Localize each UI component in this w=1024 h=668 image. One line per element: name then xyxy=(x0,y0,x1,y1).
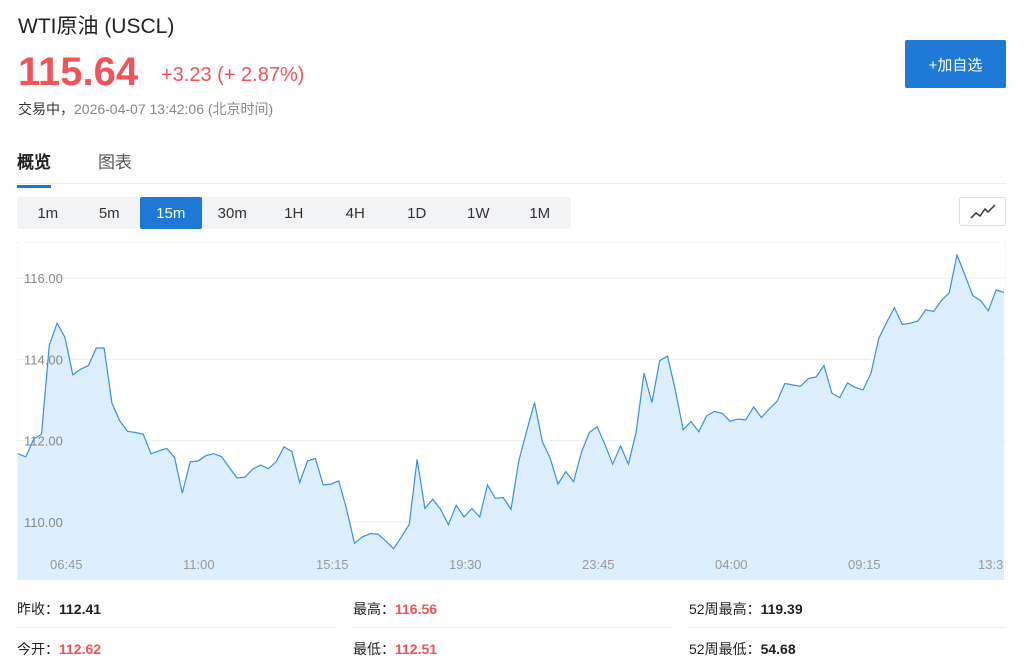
stat-label: 52周最高： xyxy=(689,601,761,617)
y-tick-label: 112.00 xyxy=(24,434,63,449)
x-tick-label: 06:45 xyxy=(50,557,83,572)
divider xyxy=(353,627,671,628)
trading-status: 交易中，2026-04-07 13:42:06 (北京时间) xyxy=(18,99,273,119)
stat-value: 112.62 xyxy=(59,641,102,657)
chart-type-button[interactable] xyxy=(959,197,1006,226)
price-change: +3.23 (+ 2.87%) xyxy=(161,64,305,86)
interval-15m[interactable]: 15m xyxy=(140,197,202,229)
tab-bar: 概览 图表 xyxy=(17,140,1006,188)
line-chart-icon xyxy=(969,203,996,219)
stat-52w-high: 52周最高： 119.39 xyxy=(689,590,803,628)
stat-value: 112.41 xyxy=(59,601,102,617)
stat-label: 最高： xyxy=(353,601,395,617)
stat-low: 最低： 112.51 xyxy=(353,630,437,668)
y-tick-label: 116.00 xyxy=(24,271,63,286)
add-watchlist-button[interactable]: +加自选 xyxy=(905,40,1006,88)
price-chart: 110.00 112.00 114.00 116.00 06:45 11:00 15:15 1… xyxy=(17,242,1006,580)
interval-1d[interactable]: 1D xyxy=(386,197,448,229)
x-tick-label: 09:15 xyxy=(848,557,881,572)
x-tick-label: 23:45 xyxy=(582,557,615,572)
stat-prev-close: 昨收： 112.41 xyxy=(17,590,101,628)
stat-value: 112.51 xyxy=(395,641,438,657)
stat-label: 昨收： xyxy=(17,601,59,617)
instrument-title: WTI原油 (USCL) xyxy=(18,15,175,38)
current-price: 115.64 xyxy=(18,50,139,94)
x-tick-label: 19:30 xyxy=(449,557,482,572)
tab-overview[interactable]: 概览 xyxy=(17,148,51,188)
interval-1mo[interactable]: 1M xyxy=(509,197,571,229)
interval-4h[interactable]: 4H xyxy=(325,197,387,229)
interval-30m[interactable]: 30m xyxy=(202,197,264,229)
interval-1m[interactable]: 1m xyxy=(17,197,79,229)
x-tick-label: 13:3 xyxy=(978,557,1003,572)
stat-52w-low: 52周最低： 54.68 xyxy=(689,630,796,668)
interval-5m[interactable]: 5m xyxy=(79,197,141,229)
stat-open: 今开： 112.62 xyxy=(17,630,101,668)
x-tick-label: 15:15 xyxy=(316,557,349,572)
stat-value: 119.39 xyxy=(760,601,803,617)
interval-1h[interactable]: 1H xyxy=(263,197,325,229)
timestamp: 2026-04-07 13:42:06 (北京时间) xyxy=(74,101,274,117)
x-tick-label: 04:00 xyxy=(715,557,748,572)
divider xyxy=(689,627,1006,628)
stat-value: 54.68 xyxy=(760,641,796,657)
x-tick-label: 11:00 xyxy=(183,557,215,572)
status-text: 交易中， xyxy=(18,101,74,117)
stat-label: 最低： xyxy=(353,641,395,657)
stat-label: 今开： xyxy=(17,641,59,657)
divider xyxy=(17,627,335,628)
interval-selector: 1m 5m 15m 30m 1H 4H 1D 1W 1M xyxy=(17,197,571,229)
y-tick-label: 110.00 xyxy=(24,515,63,530)
stat-value: 116.56 xyxy=(395,601,438,617)
stat-high: 最高： 116.56 xyxy=(353,590,437,628)
stat-label: 52周最低： xyxy=(689,641,761,657)
y-tick-label: 114.00 xyxy=(24,352,63,367)
tab-chart[interactable]: 图表 xyxy=(98,148,132,185)
interval-1w[interactable]: 1W xyxy=(448,197,510,229)
